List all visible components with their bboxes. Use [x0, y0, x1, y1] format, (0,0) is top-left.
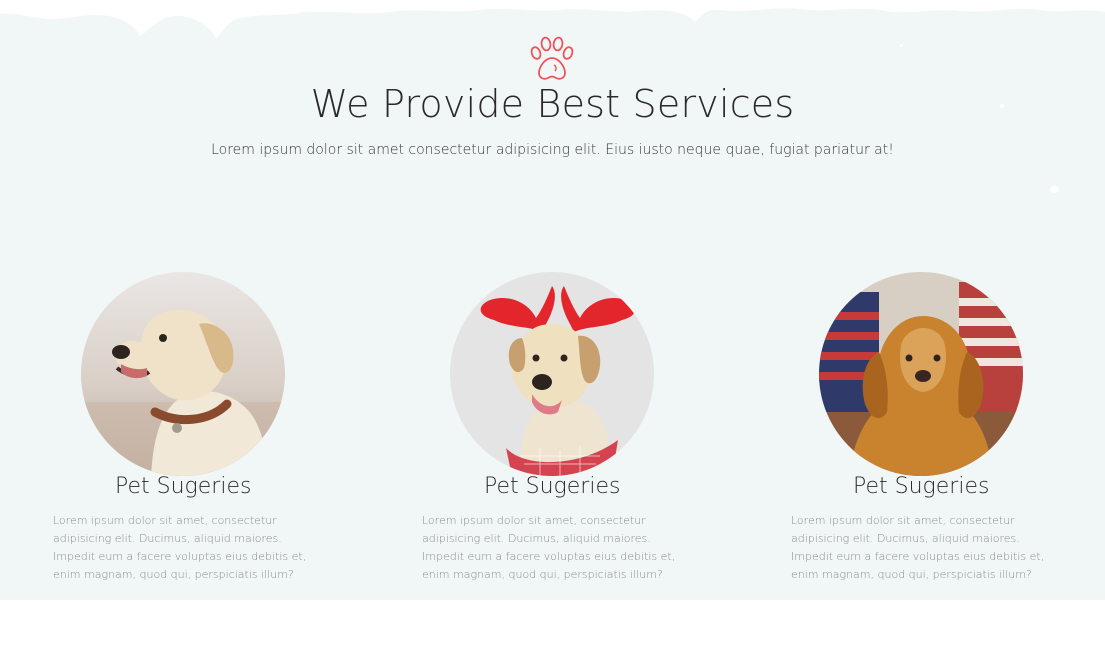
service-description: Lorem ipsum dolor sit amet, consectetur …: [791, 514, 1045, 581]
paw-icon: [530, 36, 574, 80]
service-title: Pet Sugeries: [484, 474, 621, 499]
paint-speck: [900, 44, 903, 47]
service-title: Pet Sugeries: [115, 474, 252, 499]
paint-speck: [1050, 186, 1059, 193]
page-title: We Provide Best Services: [310, 82, 795, 126]
service-description: Lorem ipsum dolor sit amet, consectetur …: [53, 514, 307, 581]
service-title: Pet Sugeries: [853, 474, 990, 499]
page-subtitle: Lorem ipsum dolor sit amet consectetur a…: [211, 142, 894, 158]
services-section: We Provide Best Services Lorem ipsum dol…: [0, 0, 1105, 600]
golden-retriever-photo: [819, 272, 1023, 476]
service-description: Lorem ipsum dolor sit amet, consectetur …: [422, 514, 676, 581]
labrador-dog-photo: [81, 272, 285, 476]
reindeer-antlers-dog-photo: [450, 272, 654, 476]
